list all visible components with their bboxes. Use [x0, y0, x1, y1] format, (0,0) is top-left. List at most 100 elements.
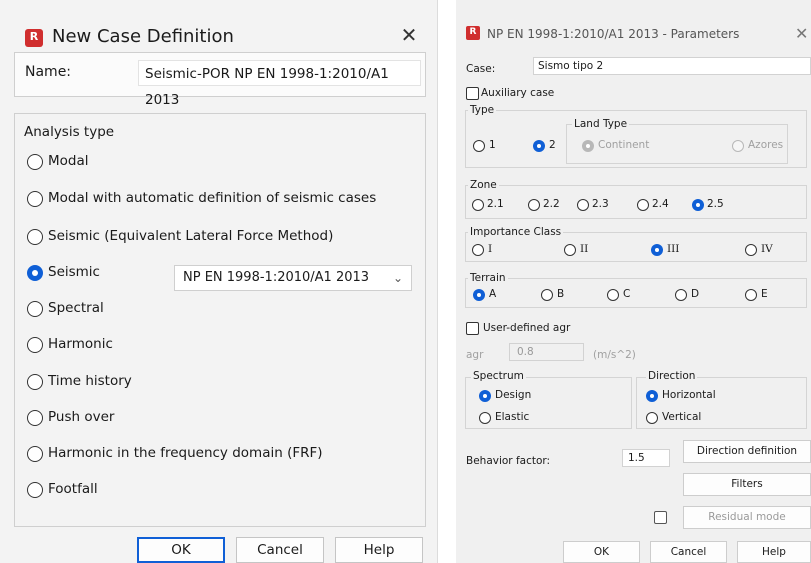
terrain-title: Terrain	[468, 272, 508, 284]
terrain-c-radio[interactable]	[607, 289, 619, 301]
radio-time-history[interactable]	[27, 374, 43, 390]
filters-button[interactable]: Filters	[683, 473, 811, 496]
importance-i-radio[interactable]	[472, 244, 484, 256]
agr-input[interactable]: 0.8	[509, 343, 584, 361]
direction-title: Direction	[646, 370, 698, 382]
user-defined-agr-label[interactable]: User-defined agr	[483, 322, 570, 334]
radio-spectral[interactable]	[27, 301, 43, 317]
importance-ii-label[interactable]: II	[580, 243, 588, 255]
radio-harmonic[interactable]	[27, 337, 43, 353]
terrain-c-label[interactable]: C	[623, 288, 630, 300]
name-label: Name:	[25, 64, 72, 80]
agr-unit: (m/s^2)	[593, 349, 636, 361]
type-2-radio[interactable]	[533, 140, 545, 152]
label-time-history[interactable]: Time history	[48, 373, 132, 389]
cancel-button[interactable]: Cancel	[236, 537, 324, 563]
direction-vertical-label[interactable]: Vertical	[662, 411, 701, 423]
radio-harmonic-frf[interactable]	[27, 446, 43, 462]
radio-push-over[interactable]	[27, 410, 43, 426]
zone-2-2-label[interactable]: 2.2	[543, 198, 560, 210]
land-type-title: Land Type	[572, 118, 630, 130]
case-label: Case:	[466, 63, 496, 75]
spectrum-title: Spectrum	[471, 370, 526, 382]
radio-modal[interactable]	[27, 154, 43, 170]
terrain-d-radio[interactable]	[675, 289, 687, 301]
terrain-b-label[interactable]: B	[557, 288, 564, 300]
agr-label: agr	[466, 349, 484, 361]
case-input[interactable]: Sismo tipo 2	[533, 57, 811, 75]
label-push-over[interactable]: Push over	[48, 409, 114, 425]
spectrum-design-label[interactable]: Design	[495, 389, 531, 401]
robot-app-icon: R	[466, 26, 480, 40]
importance-iii-radio[interactable]	[651, 244, 663, 256]
zone-2-5-radio[interactable]	[692, 199, 704, 211]
new-case-definition-dialog: R New Case Definition ✕ Name: Seismic-PO…	[0, 0, 438, 563]
terrain-e-radio[interactable]	[745, 289, 757, 301]
radio-footfall[interactable]	[27, 482, 43, 498]
zone-2-1-radio[interactable]	[472, 199, 484, 211]
continent-radio[interactable]	[582, 140, 594, 152]
radio-seismic[interactable]	[27, 265, 43, 281]
direction-horizontal-label[interactable]: Horizontal	[662, 389, 716, 401]
behavior-factor-input[interactable]: 1.5	[622, 449, 670, 467]
close-icon[interactable]: ✕	[795, 24, 808, 43]
importance-iii-label[interactable]: III	[667, 243, 679, 255]
analysis-type-group	[14, 113, 426, 527]
terrain-a-radio[interactable]	[473, 289, 485, 301]
continent-label[interactable]: Continent	[598, 139, 649, 151]
radio-seismic-elf[interactable]	[27, 229, 43, 245]
direction-horizontal-radio[interactable]	[646, 390, 658, 402]
label-spectral[interactable]: Spectral	[48, 300, 104, 316]
spectrum-elastic-label[interactable]: Elastic	[495, 411, 529, 423]
azores-radio[interactable]	[732, 140, 744, 152]
zone-2-2-radio[interactable]	[528, 199, 540, 211]
label-footfall[interactable]: Footfall	[48, 481, 98, 497]
zone-2-3-label[interactable]: 2.3	[592, 198, 609, 210]
residual-mode-button[interactable]: Residual mode	[683, 506, 811, 529]
importance-class-title: Importance Class	[468, 226, 564, 238]
behavior-factor-label: Behavior factor:	[466, 455, 551, 467]
user-defined-agr-checkbox[interactable]	[466, 322, 479, 335]
azores-label[interactable]: Azores	[748, 139, 783, 151]
residual-mode-checkbox[interactable]	[654, 511, 667, 524]
terrain-e-label[interactable]: E	[761, 288, 768, 300]
zone-2-3-radio[interactable]	[577, 199, 589, 211]
parameters-dialog: R NP EN 1998-1:2010/A1 2013 - Parameters…	[456, 0, 811, 563]
label-modal[interactable]: Modal	[48, 153, 89, 169]
importance-iv-label[interactable]: IV	[761, 243, 773, 255]
zone-2-4-label[interactable]: 2.4	[652, 198, 669, 210]
direction-vertical-radio[interactable]	[646, 412, 658, 424]
label-harmonic[interactable]: Harmonic	[48, 336, 113, 352]
spectrum-elastic-radio[interactable]	[479, 412, 491, 424]
importance-ii-radio[interactable]	[564, 244, 576, 256]
help-button[interactable]: Help	[335, 537, 423, 563]
name-input[interactable]: Seismic-POR NP EN 1998-1:2010/A1 2013	[138, 60, 421, 108]
analysis-type-title: Analysis type	[24, 124, 115, 140]
terrain-d-label[interactable]: D	[691, 288, 699, 300]
auxiliary-case-checkbox[interactable]	[466, 87, 479, 100]
importance-iv-radio[interactable]	[745, 244, 757, 256]
spectrum-design-radio[interactable]	[479, 390, 491, 402]
auxiliary-case-label[interactable]: Auxiliary case	[481, 87, 554, 99]
type-2-label[interactable]: 2	[549, 139, 556, 151]
close-icon[interactable]: ✕	[398, 24, 420, 46]
cancel-button[interactable]: Cancel	[650, 541, 727, 563]
seismic-code-select[interactable]: NP EN 1998-1:2010/A1 2013 ⌄	[174, 265, 412, 291]
radio-modal-auto[interactable]	[27, 191, 43, 207]
label-seismic[interactable]: Seismic	[48, 264, 100, 280]
label-modal-auto[interactable]: Modal with automatic definition of seism…	[48, 190, 376, 206]
ok-button[interactable]: OK	[563, 541, 640, 563]
help-button[interactable]: Help	[737, 541, 811, 563]
type-1-radio[interactable]	[473, 140, 485, 152]
label-harmonic-frf[interactable]: Harmonic in the frequency domain (FRF)	[48, 445, 323, 461]
zone-2-4-radio[interactable]	[637, 199, 649, 211]
direction-definition-button[interactable]: Direction definition	[683, 440, 811, 463]
terrain-a-label[interactable]: A	[489, 288, 496, 300]
importance-i-label[interactable]: I	[488, 243, 492, 255]
label-seismic-elf[interactable]: Seismic (Equivalent Lateral Force Method…	[48, 228, 333, 244]
type-1-label[interactable]: 1	[489, 139, 496, 151]
zone-2-1-label[interactable]: 2.1	[487, 198, 504, 210]
terrain-b-radio[interactable]	[541, 289, 553, 301]
ok-button[interactable]: OK	[137, 537, 225, 563]
zone-2-5-label[interactable]: 2.5	[707, 198, 724, 210]
